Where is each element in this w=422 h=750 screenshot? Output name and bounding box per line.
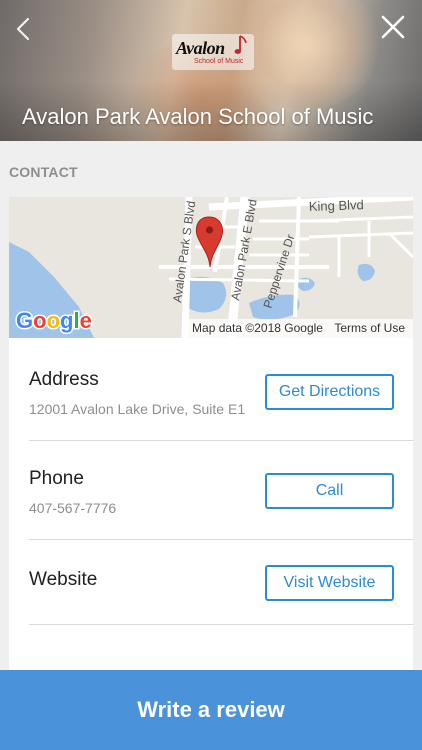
google-logo: Google [16, 308, 92, 333]
map-label-avalon-park-e-blvd: Avalon Park E Blvd [228, 198, 260, 301]
music-note-icon [234, 35, 247, 54]
contact-section-label: CONTACT [9, 164, 78, 180]
map-graphic: King Blvd Avalon Park S Blvd Avalon Park… [9, 197, 413, 338]
pond-east [357, 263, 375, 281]
write-review-button[interactable]: Write a review [0, 670, 422, 750]
divider [29, 440, 413, 441]
call-button[interactable]: Call [265, 473, 394, 509]
logo-brand: Avalon [176, 38, 225, 58]
write-review-label: Write a review [137, 697, 285, 722]
visit-website-button[interactable]: Visit Website [265, 565, 394, 601]
divider [29, 539, 413, 540]
school-logo: Avalon School of Music [172, 34, 254, 70]
header-banner: Avalon School of Music Avalon Park Avalo… [0, 0, 422, 141]
map-label-king-blvd: King Blvd [309, 197, 364, 214]
contact-card: King Blvd Avalon Park S Blvd Avalon Park… [9, 197, 413, 750]
close-icon [381, 15, 405, 39]
location-map[interactable]: King Blvd Avalon Park S Blvd Avalon Park… [9, 197, 413, 338]
divider [29, 624, 413, 625]
page-title: Avalon Park Avalon School of Music [22, 104, 374, 129]
get-directions-button[interactable]: Get Directions [265, 374, 394, 410]
map-data-credit: Map data ©2018 Google [192, 321, 323, 335]
close-button[interactable] [378, 12, 408, 42]
logo-subtitle: School of Music [194, 58, 244, 65]
map-attribution: Map data ©2018 Google Terms of Use [184, 319, 413, 338]
back-button[interactable] [10, 14, 40, 44]
chevron-left-icon [16, 17, 30, 41]
map-terms-link[interactable]: Terms of Use [334, 321, 405, 335]
